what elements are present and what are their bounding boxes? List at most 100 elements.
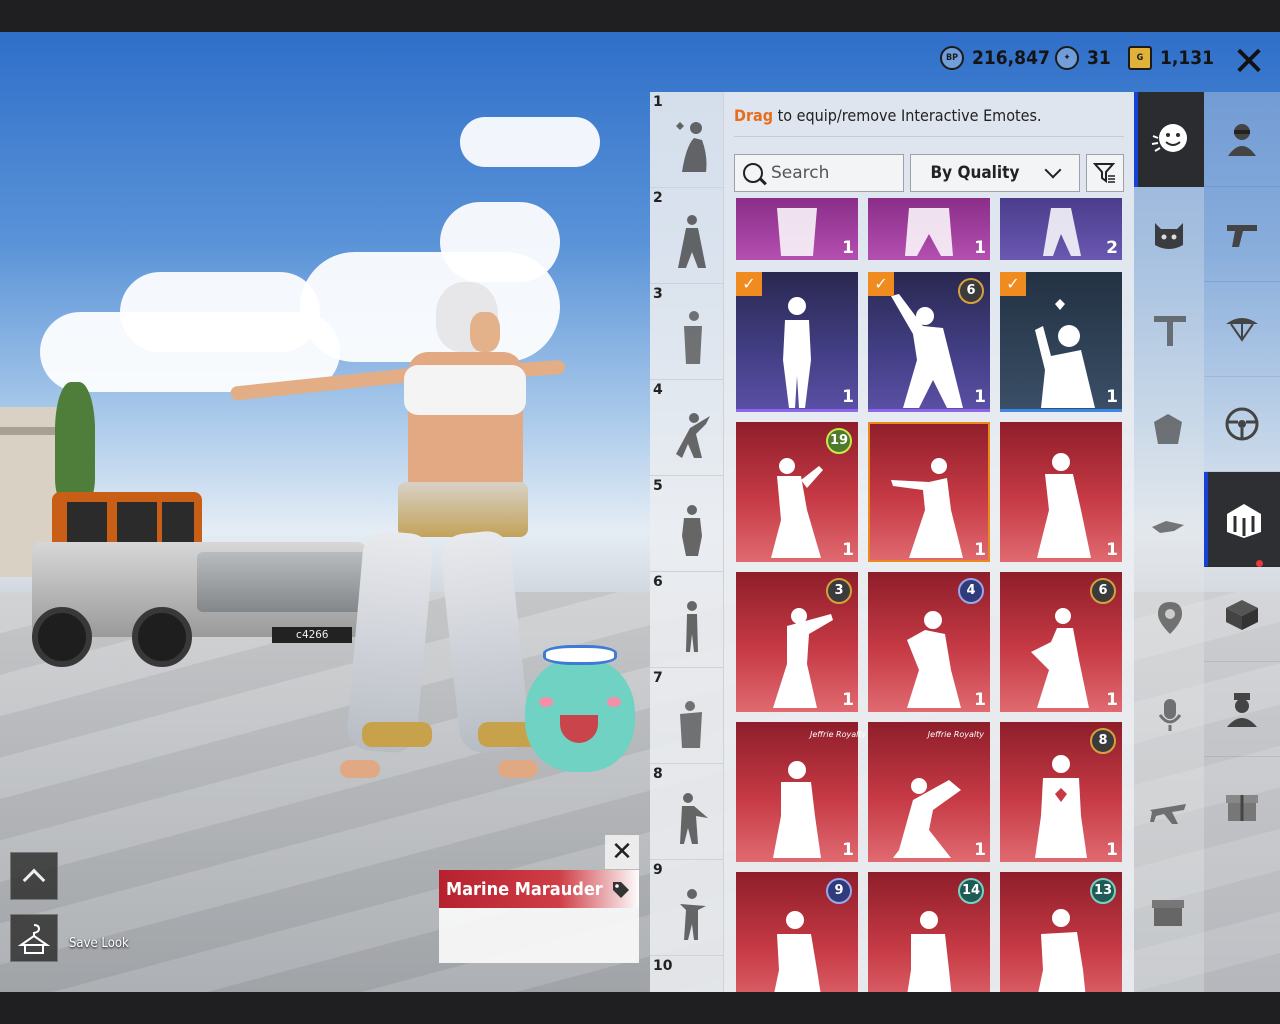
emote-pose-icon xyxy=(907,611,961,708)
tree xyxy=(55,382,95,502)
level-badge: 9 xyxy=(826,878,852,904)
emote-pose-icon xyxy=(891,458,963,558)
emote-pose-icon xyxy=(678,215,706,268)
level-badge: 14 xyxy=(958,878,984,904)
ag-coin-icon: ✦ xyxy=(1055,46,1079,70)
tab-outfit[interactable] xyxy=(1204,92,1280,187)
tab-parachute[interactable] xyxy=(1204,282,1280,377)
hanger-icon xyxy=(17,924,51,954)
emote-tile[interactable]: 4 1 xyxy=(868,572,990,712)
emote-tile[interactable]: 3 1 xyxy=(736,572,858,712)
search-input[interactable] xyxy=(771,163,881,183)
emote-pose-icon xyxy=(771,458,823,558)
emote-pose-icon xyxy=(680,793,708,844)
level-badge: 19 xyxy=(826,428,852,454)
tab-pet[interactable] xyxy=(1134,187,1204,282)
tab-weapon[interactable] xyxy=(1204,187,1280,282)
filter-button[interactable] xyxy=(1086,154,1124,192)
emote-tile-equipped[interactable]: ✓ 1 xyxy=(1000,272,1122,412)
drag-hint: Drag to equip/remove Interactive Emotes. xyxy=(734,106,1042,125)
pistol-icon xyxy=(1227,225,1257,247)
checkmark-icon: ✓ xyxy=(1000,272,1026,296)
currency-uc: G 1,131 xyxy=(1128,46,1214,70)
emote-pose-icon xyxy=(1043,208,1081,256)
emote-tile[interactable]: 13 xyxy=(1000,872,1122,992)
slot-10[interactable]: 10 xyxy=(650,956,724,992)
ag-amount: 31 xyxy=(1087,47,1111,69)
checkmark-icon: ✓ xyxy=(868,272,894,296)
emote-tile-selected[interactable]: 1 xyxy=(868,422,990,562)
tab-crate[interactable] xyxy=(1204,757,1280,852)
currency-ag: ✦ 31 xyxy=(1055,46,1111,70)
officer-icon xyxy=(1227,693,1257,727)
level-badge: 6 xyxy=(1090,578,1116,604)
slot-5[interactable]: 5 xyxy=(650,476,724,572)
emote-tile[interactable]: Jeffrie Royalty 1 xyxy=(868,722,990,862)
pet-icon xyxy=(1155,222,1183,249)
expand-up-button[interactable] xyxy=(10,852,58,900)
slot-6[interactable]: 6 xyxy=(650,572,724,668)
slot-2[interactable]: 2 xyxy=(650,188,724,284)
emote-tile[interactable]: 2 xyxy=(1000,198,1122,260)
slot-1[interactable]: 1 xyxy=(650,92,724,188)
gift-icon xyxy=(1226,794,1258,821)
emote-tile-equipped[interactable]: ✓ 1 xyxy=(736,272,858,412)
emote-wheel-slots: 1 2 3 4 5 6 7 8 9 10 xyxy=(650,92,724,992)
emote-count: 2 xyxy=(1106,238,1118,258)
emote-count: 1 xyxy=(842,540,854,560)
emote-count: 1 xyxy=(974,540,986,560)
emote-tile[interactable]: 19 1 xyxy=(736,422,858,562)
save-look-button[interactable] xyxy=(10,914,58,962)
emote-tile-equipped[interactable]: ✓ 6 1 xyxy=(868,272,990,412)
brand-tag: Jeffrie Royalty xyxy=(810,730,867,739)
pet-companion xyxy=(525,645,635,772)
card-header: Marine Marauder xyxy=(439,870,639,908)
emote-tile[interactable]: 1 xyxy=(1000,422,1122,562)
emote-count: 1 xyxy=(974,690,986,710)
slot-9[interactable]: 9 xyxy=(650,860,724,956)
search-box[interactable] xyxy=(734,154,904,192)
character-icon xyxy=(1228,124,1256,156)
gift-box-icon xyxy=(1148,890,1188,934)
emote-tile[interactable]: 9 xyxy=(736,872,858,992)
slot-8[interactable]: 8 xyxy=(650,764,724,860)
tab-gallery[interactable] xyxy=(1204,472,1280,567)
emote-tile[interactable]: 14 xyxy=(868,872,990,992)
level-badge: 4 xyxy=(958,578,984,604)
card-title: Marine Marauder xyxy=(446,878,603,900)
location-pin-icon xyxy=(1150,598,1190,642)
slot-3[interactable]: 3 xyxy=(650,284,724,380)
close-icon[interactable]: ✕ xyxy=(1228,42,1270,84)
item-card[interactable]: Marine Marauder xyxy=(439,870,639,963)
emote-tile[interactable]: 1 xyxy=(868,198,990,260)
emote-pose-icon xyxy=(905,208,953,256)
emote-count: 1 xyxy=(1106,540,1118,560)
emote-tile[interactable]: 1 xyxy=(736,722,858,862)
emote-tile[interactable]: 1 xyxy=(736,198,858,260)
emote-pose-icon xyxy=(682,505,702,556)
emote-pose-icon xyxy=(893,778,961,858)
tab-vehicle[interactable] xyxy=(1204,377,1280,472)
emote-pose-icon xyxy=(907,911,952,992)
emote-tile[interactable]: 8 1 xyxy=(1000,722,1122,862)
bottom-letterbox xyxy=(0,992,1280,1024)
tab-social[interactable] xyxy=(1204,662,1280,757)
slot-7[interactable]: 7 xyxy=(650,668,724,764)
emote-panel: Drag to equip/remove Interactive Emotes.… xyxy=(724,92,1134,992)
sort-dropdown[interactable]: By Quality xyxy=(910,154,1080,192)
steering-wheel-icon xyxy=(1225,407,1259,441)
parachute-icon xyxy=(1226,318,1258,342)
tab-emotes[interactable] xyxy=(1134,92,1204,187)
emote-pose-icon xyxy=(676,413,710,458)
divider xyxy=(734,136,1124,137)
tab-box[interactable] xyxy=(1204,567,1280,662)
close-icon[interactable]: ✕ xyxy=(605,835,639,869)
emote-count: 1 xyxy=(1106,387,1118,407)
emote-tile[interactable]: 6 1 xyxy=(1000,572,1122,712)
slot-4[interactable]: 4 xyxy=(650,380,724,476)
emote-pose-icon xyxy=(1037,453,1091,558)
brand-tag: Jeffrie Royalty xyxy=(927,730,984,739)
emote-pose-icon xyxy=(680,701,702,748)
level-badge: 13 xyxy=(1090,878,1116,904)
emote-pose-icon xyxy=(773,761,821,858)
